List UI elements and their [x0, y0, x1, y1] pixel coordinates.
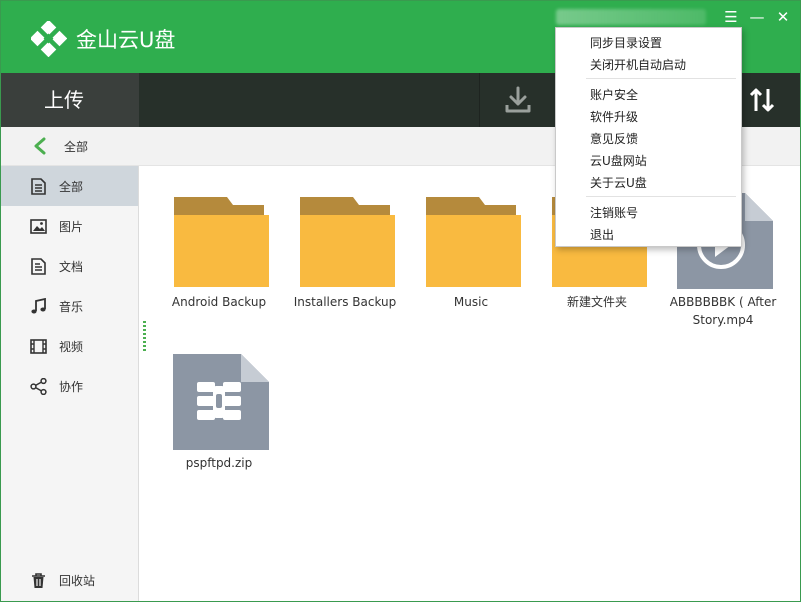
- minimize-button[interactable]: —: [747, 7, 767, 27]
- menu-item-feedback[interactable]: 意见反馈: [556, 126, 741, 148]
- image-icon: [30, 219, 47, 234]
- sidebar-item-documents[interactable]: 文档: [1, 246, 138, 286]
- sidebar-item-all[interactable]: 全部: [1, 166, 138, 206]
- folder-icon: [300, 197, 395, 287]
- upload-button[interactable]: 上传: [1, 73, 139, 127]
- folder-icon: [174, 197, 269, 287]
- zip-file-item[interactable]: pspftpd.zip: [164, 354, 274, 470]
- text-document-icon: [31, 258, 46, 275]
- menu-item-account-security[interactable]: 账户安全: [556, 82, 741, 104]
- sidebar-item-music[interactable]: 音乐: [1, 286, 138, 326]
- document-icon: [31, 178, 46, 195]
- breadcrumb-current[interactable]: 全部: [64, 138, 88, 155]
- menu-item-website[interactable]: 云U盘网站: [556, 148, 741, 170]
- folder-item[interactable]: Installers Backup: [290, 193, 400, 309]
- sidebar-item-label: 图片: [59, 220, 84, 234]
- app-logo-icon: [31, 21, 67, 57]
- sidebar-item-label: 回收站: [59, 574, 96, 588]
- menu-item-disable-autostart[interactable]: 关闭开机自动启动: [556, 52, 741, 74]
- toolbar-divider: [479, 73, 480, 127]
- film-icon: [30, 339, 47, 354]
- app-title: 金山云U盘: [76, 28, 176, 52]
- download-icon[interactable]: [503, 85, 533, 115]
- app-window: 金山云U盘 ☰ — ✕ 上传 全部 全部 图片 文档 音乐 视频 协作 回收站 …: [0, 0, 801, 602]
- file-name: 新建文件夹: [566, 295, 627, 309]
- sidebar: 全部 图片 文档 音乐 视频 协作 回收站: [1, 166, 139, 601]
- file-name: Android Backup: [171, 295, 267, 309]
- menu-divider: [586, 196, 736, 197]
- back-arrow-icon[interactable]: [33, 137, 47, 155]
- sidebar-resize-handle[interactable]: [143, 321, 146, 353]
- sidebar-item-trash[interactable]: 回收站: [1, 560, 138, 600]
- sidebar-item-label: 音乐: [59, 300, 84, 314]
- file-name: Story.mp4: [692, 313, 754, 327]
- trash-icon: [32, 573, 45, 588]
- file-name: Music: [453, 295, 489, 309]
- file-name: pspftpd.zip: [185, 456, 253, 470]
- menu-item-exit[interactable]: 退出: [556, 222, 741, 244]
- folder-item[interactable]: Android Backup: [164, 193, 274, 309]
- sidebar-item-label: 文档: [59, 260, 84, 274]
- sidebar-item-images[interactable]: 图片: [1, 206, 138, 246]
- account-name: [556, 9, 706, 25]
- folder-item[interactable]: Music: [416, 193, 526, 309]
- sidebar-item-label: 全部: [59, 180, 84, 194]
- sidebar-item-label: 视频: [59, 340, 84, 354]
- file-name: ABBBBBBK ( After: [669, 295, 777, 309]
- share-icon: [30, 378, 47, 395]
- sidebar-item-videos[interactable]: 视频: [1, 326, 138, 366]
- music-note-icon: [31, 298, 46, 314]
- menu-item-sync-settings[interactable]: 同步目录设置: [556, 30, 741, 52]
- sort-icon[interactable]: [747, 85, 777, 115]
- sidebar-item-label: 协作: [59, 380, 84, 394]
- close-button[interactable]: ✕: [773, 7, 793, 27]
- settings-dropdown-menu: 同步目录设置 关闭开机自动启动 账户安全 软件升级 意见反馈 云U盘网站 关于云…: [555, 27, 742, 247]
- sidebar-item-collaboration[interactable]: 协作: [1, 366, 138, 406]
- menu-item-about[interactable]: 关于云U盘: [556, 170, 741, 192]
- menu-button[interactable]: ☰: [721, 7, 741, 27]
- file-name: Installers Backup: [293, 295, 397, 309]
- menu-divider: [586, 78, 736, 79]
- folder-icon: [426, 197, 521, 287]
- zip-file-icon: [173, 354, 269, 450]
- menu-item-upgrade[interactable]: 软件升级: [556, 104, 741, 126]
- menu-item-logout[interactable]: 注销账号: [556, 200, 741, 222]
